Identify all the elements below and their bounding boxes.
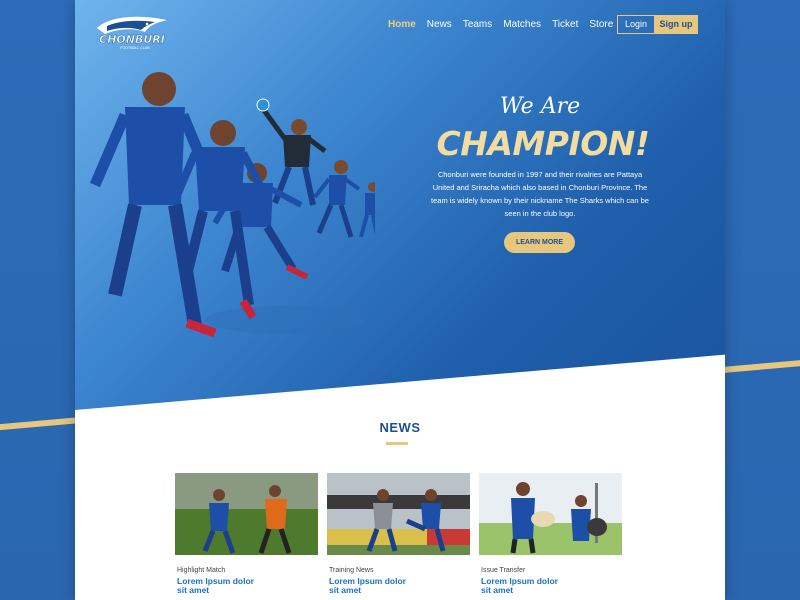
logo-text: CHONBURI — [99, 33, 165, 46]
hero-tagline: We Are — [499, 94, 581, 119]
player-figure — [89, 72, 217, 338]
news-card-category: Issue Transfer — [481, 567, 526, 574]
main-nav: Home News Teams Matches Ticket Store — [388, 19, 624, 31]
news-title-underline — [386, 442, 408, 445]
club-logo[interactable]: CHONBURI FOOTBALL CLUB — [95, 14, 169, 50]
news-card[interactable]: Issue Transfer Lorem Ipsum dolor sit ame… — [479, 473, 622, 595]
news-card-headline[interactable]: Lorem Ipsum dolor sit amet — [481, 577, 566, 595]
news-card-image — [175, 473, 318, 555]
news-card[interactable]: Training News Lorem Ipsum dolor sit amet — [327, 473, 470, 595]
news-card-category: Highlight Match — [177, 567, 226, 574]
news-card-headline[interactable]: Lorem Ipsum dolor sit amet — [177, 577, 262, 595]
news-card[interactable]: Highlight Match Lorem Ipsum dolor sit am… — [175, 473, 318, 595]
nav-item-ticket[interactable]: Ticket — [552, 19, 578, 31]
player-figure — [359, 182, 375, 238]
news-card-headline[interactable]: Lorem Ipsum dolor sit amet — [329, 577, 414, 595]
logo-subtext: FOOTBALL CLUB — [120, 46, 150, 50]
news-card-category: Training News — [329, 567, 374, 574]
players-image — [89, 72, 375, 338]
nav-item-matches[interactable]: Matches — [503, 19, 541, 31]
nav-item-news[interactable]: News — [427, 19, 452, 31]
login-button[interactable]: Login — [618, 16, 655, 33]
learn-more-button[interactable]: LEARN MORE — [504, 232, 575, 253]
nav-item-teams[interactable]: Teams — [463, 19, 492, 31]
auth-buttons: Login Sign up — [617, 15, 698, 34]
hero-headline: CHAMPION! — [436, 124, 650, 163]
player-figure — [313, 160, 361, 238]
page: CHONBURI FOOTBALL CLUB Home News Teams M… — [75, 0, 725, 600]
news-card-image — [327, 473, 470, 555]
news-card-image — [479, 473, 622, 555]
news-section-title: NEWS — [379, 420, 421, 435]
nav-item-home[interactable]: Home — [388, 19, 416, 31]
hero-description: Chonburi were founded in 1997 and their … — [431, 170, 649, 218]
nav-item-store[interactable]: Store — [589, 19, 613, 31]
signup-button[interactable]: Sign up — [655, 16, 697, 33]
